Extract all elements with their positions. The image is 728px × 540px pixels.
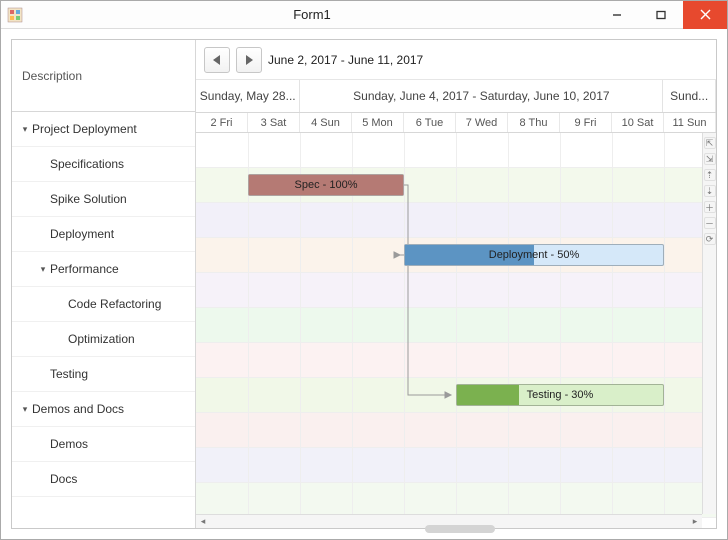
scale-button[interactable]: － xyxy=(704,217,716,229)
timeline-toolbar: June 2, 2017 - June 11, 2017 xyxy=(196,40,716,80)
timeline-body[interactable]: Spec - 100% Deployment - 50% Testing - 30% xyxy=(196,133,716,528)
minimize-button[interactable] xyxy=(595,1,639,29)
tree-item[interactable]: Demos xyxy=(12,427,195,462)
tree-item-label: Spike Solution xyxy=(50,192,195,206)
caret-icon[interactable]: ▾ xyxy=(36,264,50,275)
tree-item-label: Demos xyxy=(50,437,195,451)
window-frame: Form1 Description ▾Project DeploymentSpe… xyxy=(0,0,728,540)
caret-icon[interactable]: ▾ xyxy=(18,404,32,415)
tree-item-label: Demos and Docs xyxy=(32,402,195,416)
tree-item[interactable]: ▾Performance xyxy=(12,252,195,287)
tree-item[interactable]: Deployment xyxy=(12,217,195,252)
gantt-bar[interactable]: Spec - 100% xyxy=(248,174,404,196)
tree-item[interactable]: Specifications xyxy=(12,147,195,182)
timeline-area: June 2, 2017 - June 11, 2017 Sunday, May… xyxy=(196,40,716,528)
tree: ▾Project DeploymentSpecificationsSpike S… xyxy=(12,112,195,528)
tree-item[interactable]: Spike Solution xyxy=(12,182,195,217)
scale-button[interactable]: ⇱ xyxy=(704,137,716,149)
tree-item[interactable]: Docs xyxy=(12,462,195,497)
tree-item[interactable]: Testing xyxy=(12,357,195,392)
tree-item-label: Docs xyxy=(50,472,195,486)
timeline-day-header: 2 Fri3 Sat4 Sun5 Mon6 Tue7 Wed8 Thu9 Fri… xyxy=(196,113,716,133)
tree-item[interactable]: ▾Project Deployment xyxy=(12,112,195,147)
scroll-right-icon[interactable]: ▸ xyxy=(688,516,702,527)
timeline-day-cell[interactable]: 2 Fri xyxy=(196,113,248,132)
timeline-group-cell[interactable]: Sund... xyxy=(663,80,716,112)
gantt-panel: Description ▾Project DeploymentSpecifica… xyxy=(11,39,717,529)
horizontal-scrollbar[interactable]: ◂ ▸ xyxy=(196,514,702,528)
scale-button[interactable]: ＋ xyxy=(704,201,716,213)
gantt-bar-label: Testing - 30% xyxy=(521,389,600,401)
scale-button[interactable]: ⟳ xyxy=(704,233,716,245)
gantt-bar-label: Spec - 100% xyxy=(289,179,364,191)
tree-item-label: Deployment xyxy=(50,227,195,241)
tree-column: Description ▾Project DeploymentSpecifica… xyxy=(12,40,196,528)
triangle-left-icon xyxy=(213,55,221,65)
timeline-group-header: Sunday, May 28...Sunday, June 4, 2017 - … xyxy=(196,80,716,113)
scale-button[interactable]: ⇲ xyxy=(704,153,716,165)
next-button[interactable] xyxy=(236,47,262,73)
window-title: Form1 xyxy=(29,7,595,22)
scroll-left-icon[interactable]: ◂ xyxy=(196,516,210,527)
date-range-label: June 2, 2017 - June 11, 2017 xyxy=(268,53,423,67)
timeline-group-cell[interactable]: Sunday, June 4, 2017 - Saturday, June 10… xyxy=(300,80,663,112)
client-area: Description ▾Project DeploymentSpecifica… xyxy=(1,29,727,539)
window-buttons xyxy=(595,1,727,29)
gantt-bar-progress xyxy=(457,385,519,405)
scale-button[interactable]: ⇣ xyxy=(704,185,716,197)
tree-item[interactable]: ▾Demos and Docs xyxy=(12,392,195,427)
timeline-day-cell[interactable]: 11 Sun xyxy=(664,113,716,132)
maximize-button[interactable] xyxy=(639,1,683,29)
triangle-right-icon xyxy=(245,55,253,65)
tree-item[interactable]: Optimization xyxy=(12,322,195,357)
timeline-day-cell[interactable]: 7 Wed xyxy=(456,113,508,132)
tree-item-label: Optimization xyxy=(68,332,195,346)
tree-item-label: Performance xyxy=(50,262,195,276)
timeline-day-cell[interactable]: 6 Tue xyxy=(404,113,456,132)
prev-button[interactable] xyxy=(204,47,230,73)
titlebar[interactable]: Form1 xyxy=(1,1,727,29)
gantt-bar[interactable]: Deployment - 50% xyxy=(404,244,664,266)
app-icon xyxy=(1,7,29,23)
gantt-bar-label: Deployment - 50% xyxy=(483,249,586,261)
vertical-scale-control[interactable]: ⇱ ⇲ ⇡ ⇣ ＋ － ⟳ xyxy=(702,133,716,514)
close-button[interactable] xyxy=(683,1,727,29)
timeline-day-cell[interactable]: 5 Mon xyxy=(352,113,404,132)
timeline-group-cell[interactable]: Sunday, May 28... xyxy=(196,80,300,112)
caret-icon[interactable]: ▾ xyxy=(18,124,32,135)
timeline-day-cell[interactable]: 8 Thu xyxy=(508,113,560,132)
scale-button[interactable]: ⇡ xyxy=(704,169,716,181)
tree-item-label: Testing xyxy=(50,367,195,381)
tree-item-label: Specifications xyxy=(50,157,195,171)
tree-item[interactable]: Code Refactoring xyxy=(12,287,195,322)
tree-item-label: Project Deployment xyxy=(32,122,195,136)
timeline-day-cell[interactable]: 10 Sat xyxy=(612,113,664,132)
horizontal-scroll-thumb[interactable] xyxy=(425,525,495,533)
tree-item-label: Code Refactoring xyxy=(68,297,195,311)
timeline-day-cell[interactable]: 9 Fri xyxy=(560,113,612,132)
timeline-day-cell[interactable]: 3 Sat xyxy=(248,113,300,132)
tree-header: Description xyxy=(12,40,195,112)
gantt-bar[interactable]: Testing - 30% xyxy=(456,384,664,406)
timeline-day-cell[interactable]: 4 Sun xyxy=(300,113,352,132)
